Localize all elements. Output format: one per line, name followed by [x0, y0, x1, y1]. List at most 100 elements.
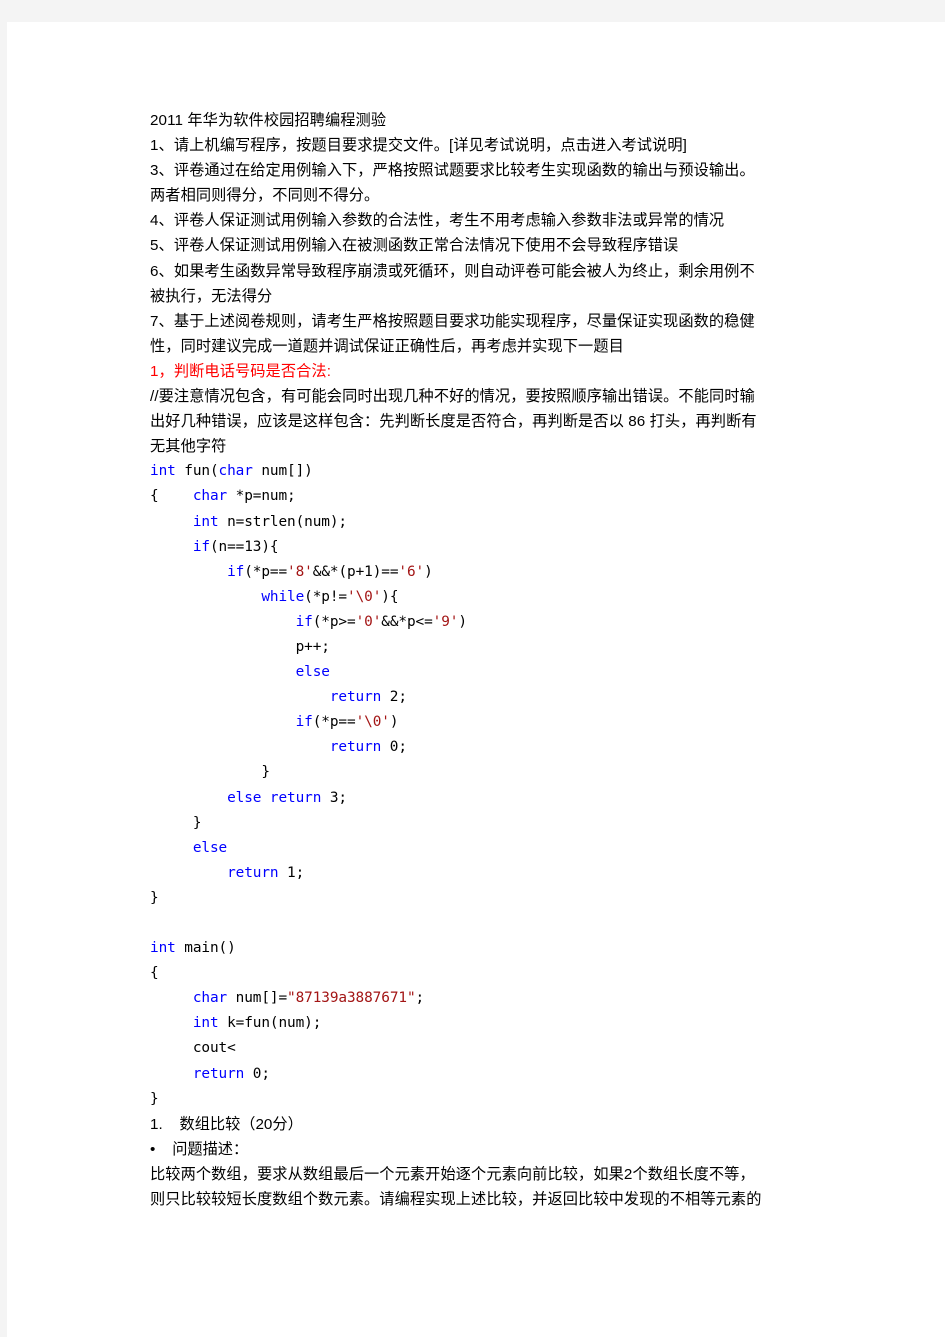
intro-line: 性，同时建议完成一道题并调试保证正确性后，再考虑并实现下一题目: [150, 337, 624, 355]
intro-line: 1、请上机编写程序，按题目要求提交文件。[详见考试说明，点击进入考试说明]: [150, 137, 687, 155]
code-line: int n=strlen(num);: [150, 510, 850, 535]
code-keyword: char: [192, 990, 228, 1007]
code-text: &&*(p+1)==: [312, 563, 399, 580]
code-text: 0;: [381, 739, 407, 756]
code-text: 1;: [278, 864, 305, 881]
code-keyword: return: [329, 739, 382, 756]
code-text: 0;: [244, 1065, 270, 1082]
code-text: (n==13){: [209, 538, 279, 555]
code-text: {: [150, 488, 193, 505]
code-line: if(n==13){: [150, 535, 850, 560]
intro-line: 7、基于上述阅卷规则，请考生严格按照题目要求功能实现程序，尽量保证实现函数的稳健: [150, 312, 755, 330]
intro-line: 4、评卷人保证测试用例输入参数的合法性，考生不用考虑输入参数非法或异常的情况: [150, 212, 725, 230]
code-keyword: else: [192, 839, 228, 856]
code-text: 3;: [321, 789, 347, 806]
code-keyword: return: [227, 864, 279, 881]
code-line: char num[]="87139a3887671";: [150, 986, 850, 1011]
code-line: if(*p=='8'&&*(p+1)=='6'): [150, 560, 850, 585]
code-string: '9': [432, 613, 459, 630]
code-text: {: [150, 965, 159, 982]
code-text: ;: [415, 990, 425, 1007]
code-text: &&*p<=: [381, 613, 433, 630]
code-line: }: [150, 886, 850, 911]
code-block: int fun(char num[]){ char *p=num; int n=…: [150, 459, 850, 1111]
code-line: else return 3;: [150, 786, 850, 811]
code-line: else: [150, 836, 850, 861]
comment-line: 出好几种错误，应该是这样包含：先判断长度是否符合，再判断是否以 86 打头，再判…: [150, 413, 757, 431]
code-line: }: [150, 760, 850, 785]
code-text: }: [150, 764, 270, 781]
code-text: k=fun(num);: [218, 1015, 322, 1032]
intro-line: 两者相同则得分，不同则不得分。: [150, 187, 380, 205]
code-text: p++;: [150, 638, 330, 655]
code-text: cout<: [150, 1040, 236, 1057]
code-text: }: [150, 889, 159, 906]
code-line: while(*p!='\0'){: [150, 585, 850, 610]
code-text: (*p!=: [304, 588, 347, 605]
code-line: [150, 911, 850, 936]
code-keyword: if: [192, 538, 210, 555]
code-line: cout<: [150, 1036, 850, 1061]
code-line: return 0;: [150, 1062, 850, 1087]
code-line: }: [150, 1087, 850, 1112]
code-text: num[]=: [227, 990, 288, 1007]
question-bullet: • 问题描述：: [150, 1140, 249, 1158]
question-body-line: 则只比较较短长度数组个数元素。请编程实现上述比较，并返回比较中发现的不相等元素的: [150, 1191, 762, 1209]
section-heading-phone-number: 1，判断电话号码是否合法:: [150, 362, 332, 380]
code-string: '\0': [347, 588, 382, 605]
code-text: fun(: [175, 463, 219, 480]
question-number: 1. 数组比较（20分）: [150, 1115, 303, 1133]
code-text: (*p==: [244, 563, 288, 580]
code-keyword: if: [227, 563, 245, 580]
code-keyword: if: [295, 714, 313, 731]
code-line: if(*p=='\0'): [150, 710, 850, 735]
code-line: if(*p>='0'&&*p<='9'): [150, 610, 850, 635]
code-text: ): [424, 563, 433, 580]
code-keyword: return: [329, 689, 382, 706]
code-text: }: [150, 814, 202, 831]
code-line: int k=fun(num);: [150, 1011, 850, 1036]
code-text: n=strlen(num);: [218, 513, 347, 530]
question-body-line: 比较两个数组，要求从数组最后一个元素开始逐个元素向前比较，如果2个数组长度不等，: [150, 1165, 755, 1183]
code-keyword: else: [295, 664, 330, 681]
code-keyword: int: [150, 463, 176, 480]
document-title: 2011 年华为软件校园招聘编程测验: [150, 112, 387, 129]
code-string: '6': [398, 563, 425, 580]
code-line: return 2;: [150, 685, 850, 710]
code-keyword: int: [192, 513, 219, 530]
code-string: "87139a3887671": [287, 990, 416, 1007]
code-keyword: if: [295, 613, 313, 630]
code-string: '\0': [355, 714, 390, 731]
code-line: {: [150, 961, 850, 986]
code-keyword: int: [192, 1015, 219, 1032]
document-page: 2011 年华为软件校园招聘编程测验 1、请上机编写程序，按题目要求提交文件。[…: [7, 22, 945, 1337]
code-line: }: [150, 811, 850, 836]
code-text: main(): [175, 940, 236, 957]
code-line: return 0;: [150, 735, 850, 760]
code-text: ): [458, 613, 467, 630]
code-keyword: else return: [227, 789, 322, 806]
code-keyword: int: [150, 940, 176, 957]
code-text: (*p>=: [312, 613, 356, 630]
code-text: ): [389, 714, 399, 731]
document-body: 2011 年华为软件校园招聘编程测验 1、请上机编写程序，按题目要求提交文件。[…: [150, 108, 850, 1212]
intro-line: 5、评卷人保证测试用例输入在被测函数正常合法情况下使用不会导致程序错误: [150, 237, 679, 255]
code-text: num[]): [252, 463, 313, 480]
intro-line: 6、如果考生函数异常导致程序崩溃或死循环，则自动评卷可能会被人为终止，剩余用例不: [150, 262, 755, 280]
code-line: else: [150, 660, 850, 685]
code-string: '8': [287, 563, 313, 580]
code-keyword: char: [218, 463, 253, 480]
intro-line: 被执行，无法得分: [150, 287, 273, 305]
